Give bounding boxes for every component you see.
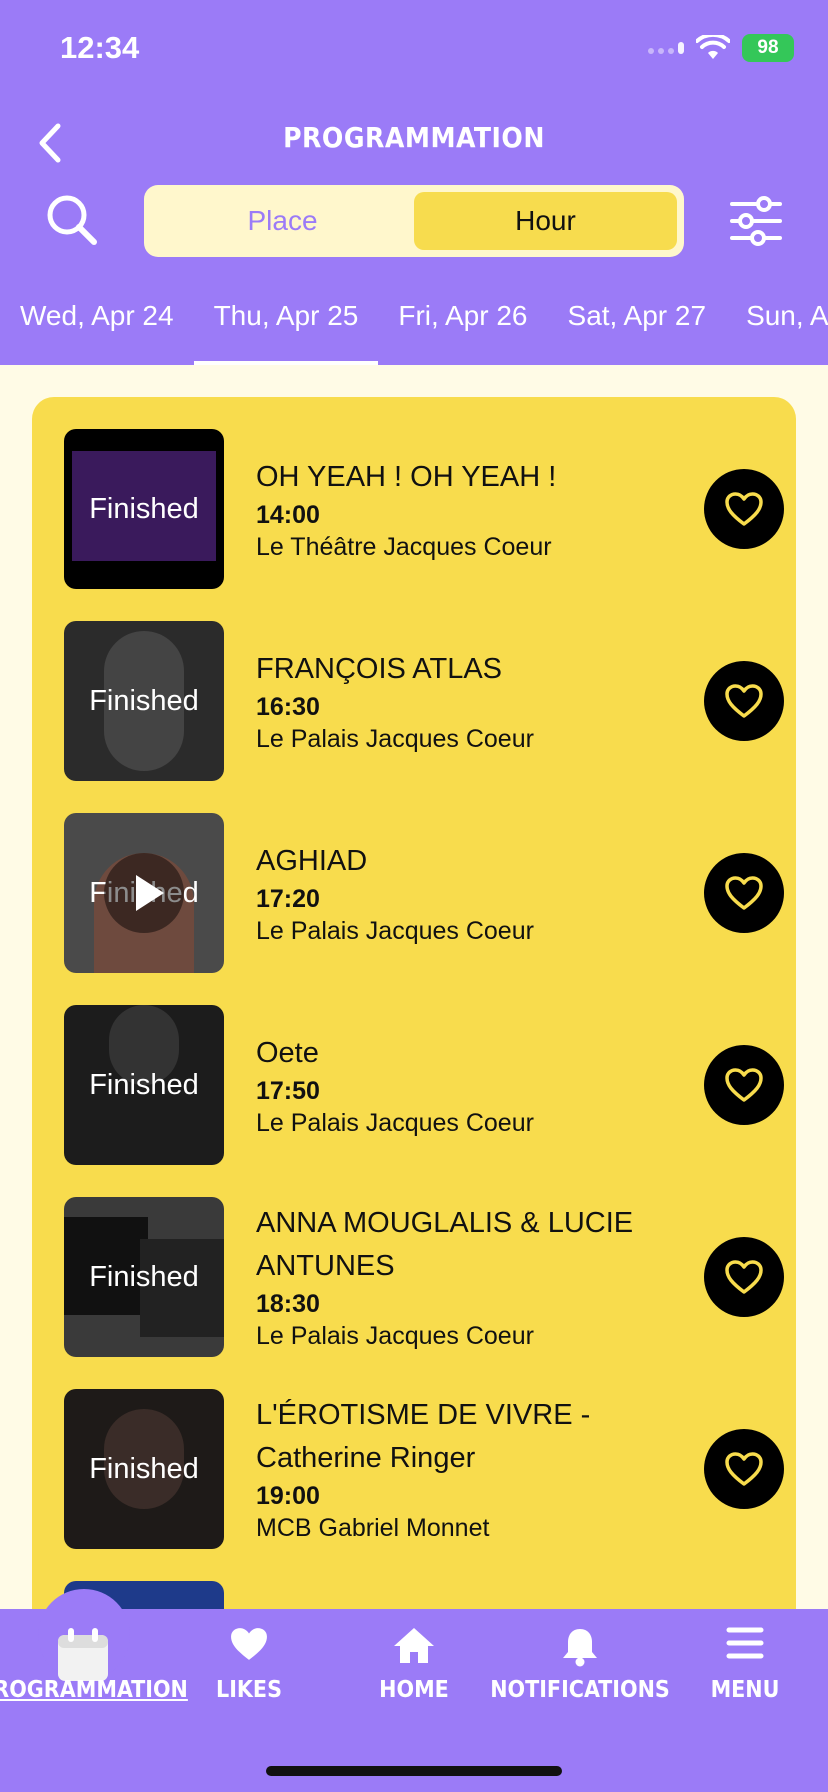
- event-place: Le Palais Jacques Coeur: [256, 724, 534, 753]
- bottom-tab-bar: PROGRAMMATION LIKES HOME NOTIFICATIONS M…: [0, 1589, 828, 1792]
- finished-label: Finished: [89, 1260, 199, 1293]
- menu-icon: [726, 1627, 764, 1659]
- like-button[interactable]: [704, 1429, 784, 1509]
- event-time: 16:30: [256, 692, 320, 721]
- event-time: 14:00: [256, 500, 320, 529]
- event-info: Oete 17:50 Le Palais Jacques Coeur: [224, 1032, 696, 1139]
- event-info: FRANÇOIS ATLAS 16:30 Le Palais Jacques C…: [224, 648, 696, 755]
- hour-tab[interactable]: Hour: [414, 192, 677, 250]
- event-row[interactable]: Finished ANNA MOUGLALIS & LUCIE ANTUNES …: [64, 1197, 784, 1357]
- event-row[interactable]: Finished AGHIAD 17:20 Le Palais Jacques …: [64, 813, 784, 973]
- event-thumbnail: Finished: [64, 621, 224, 781]
- search-icon[interactable]: [44, 192, 100, 248]
- event-thumbnail: Finished: [64, 1389, 224, 1549]
- event-title: AGHIAD: [256, 844, 368, 877]
- like-button[interactable]: [704, 469, 784, 549]
- status-bar-right: 98: [648, 34, 794, 62]
- day-tab-wed[interactable]: Wed, Apr 24: [0, 290, 194, 365]
- like-button[interactable]: [704, 1237, 784, 1317]
- day-tab-fri[interactable]: Fri, Apr 26: [378, 290, 547, 365]
- tab-label: HOME: [379, 1677, 449, 1703]
- view-mode-segmented-control: Place Hour: [144, 185, 684, 257]
- tab-label: LIKES: [216, 1677, 282, 1703]
- finished-label: Finished: [89, 492, 199, 525]
- event-thumbnail: Finished: [64, 1197, 224, 1357]
- battery-icon: 98: [742, 34, 794, 62]
- event-place: Le Palais Jacques Coeur: [256, 916, 534, 945]
- page-title: PROGRAMMATION: [283, 121, 545, 154]
- finished-label: Finished: [89, 1068, 199, 1101]
- event-info: OH YEAH ! OH YEAH ! 14:00 Le Théâtre Jac…: [224, 456, 696, 563]
- event-thumbnail: Finished: [64, 1005, 224, 1165]
- event-row[interactable]: Finished Oete 17:50 Le Palais Jacques Co…: [64, 1005, 784, 1165]
- event-info: L'ÉROTISME DE VIVRE - Catherine Ringer 1…: [224, 1394, 696, 1544]
- event-row[interactable]: Finished OH YEAH ! OH YEAH ! 14:00 Le Th…: [64, 429, 784, 589]
- finished-label: Finished: [89, 684, 199, 717]
- status-time: 12:34: [60, 30, 140, 65]
- event-time: 17:20: [256, 884, 320, 913]
- tab-menu[interactable]: MENU: [662, 1609, 828, 1729]
- cellular-signal-icon: [648, 42, 684, 54]
- event-thumbnail: Finished: [64, 429, 224, 589]
- event-title: ANNA MOUGLALIS & LUCIE ANTUNES: [256, 1207, 634, 1282]
- play-video-button[interactable]: [104, 853, 184, 933]
- day-tab-sun[interactable]: Sun, Apr 28: [726, 290, 828, 365]
- event-place: Le Palais Jacques Coeur: [256, 1322, 534, 1350]
- tab-label: PROGRAMMATION: [0, 1677, 188, 1703]
- tab-label: NOTIFICATIONS: [490, 1677, 670, 1703]
- calendar-icon: [58, 1628, 108, 1681]
- heart-icon: [725, 1068, 763, 1102]
- day-tab-sat[interactable]: Sat, Apr 27: [548, 290, 727, 365]
- event-time: 19:00: [256, 1482, 320, 1510]
- tab-home[interactable]: HOME: [331, 1609, 497, 1729]
- event-thumbnail: Finished: [64, 813, 224, 973]
- event-title: OH YEAH ! OH YEAH !: [256, 460, 557, 493]
- heart-icon: [725, 1452, 763, 1486]
- bell-icon: [563, 1629, 597, 1667]
- heart-icon: [231, 1628, 267, 1660]
- tab-label: MENU: [710, 1677, 780, 1703]
- home-icon: [394, 1628, 434, 1663]
- day-tab-thu[interactable]: Thu, Apr 25: [193, 290, 379, 365]
- like-button[interactable]: [704, 661, 784, 741]
- event-time: 18:30: [256, 1290, 320, 1318]
- event-title: L'ÉROTISME DE VIVRE - Catherine Ringer: [256, 1399, 591, 1474]
- event-place: Le Palais Jacques Coeur: [256, 1108, 534, 1137]
- battery-level: 98: [757, 37, 779, 58]
- event-list: Finished OH YEAH ! OH YEAH ! 14:00 Le Th…: [32, 397, 796, 1697]
- wifi-icon: [696, 35, 730, 59]
- heart-icon: [725, 492, 763, 526]
- event-row[interactable]: Finished FRANÇOIS ATLAS 16:30 Le Palais …: [64, 621, 784, 781]
- like-button[interactable]: [704, 853, 784, 933]
- day-selector: Wed, Apr 24 Thu, Apr 25 Fri, Apr 26 Sat,…: [0, 290, 828, 365]
- tab-programmation[interactable]: PROGRAMMATION: [0, 1609, 188, 1729]
- place-tab[interactable]: Place: [151, 192, 414, 250]
- event-row[interactable]: Finished L'ÉROTISME DE VIVRE - Catherine…: [64, 1389, 784, 1549]
- heart-icon: [725, 1260, 763, 1294]
- event-info: ANNA MOUGLALIS & LUCIE ANTUNES 18:30 Le …: [224, 1202, 696, 1352]
- event-place: Le Théâtre Jacques Coeur: [256, 532, 552, 561]
- tab-notifications[interactable]: NOTIFICATIONS: [490, 1609, 670, 1729]
- event-title: Oete: [256, 1036, 319, 1069]
- filter-sliders-icon[interactable]: [728, 196, 784, 246]
- home-indicator: [266, 1766, 562, 1776]
- event-time: 17:50: [256, 1076, 320, 1105]
- finished-label: Finished: [89, 1452, 199, 1485]
- like-button[interactable]: [704, 1045, 784, 1125]
- heart-icon: [725, 684, 763, 718]
- heart-icon: [725, 876, 763, 910]
- event-info: AGHIAD 17:20 Le Palais Jacques Coeur: [224, 840, 696, 947]
- event-place: MCB Gabriel Monnet: [256, 1514, 490, 1542]
- header: 12:34 98 PROGRAMMATION Place Hour Wed, A…: [0, 0, 828, 365]
- event-title: FRANÇOIS ATLAS: [256, 652, 503, 685]
- tab-likes[interactable]: LIKES: [166, 1609, 332, 1729]
